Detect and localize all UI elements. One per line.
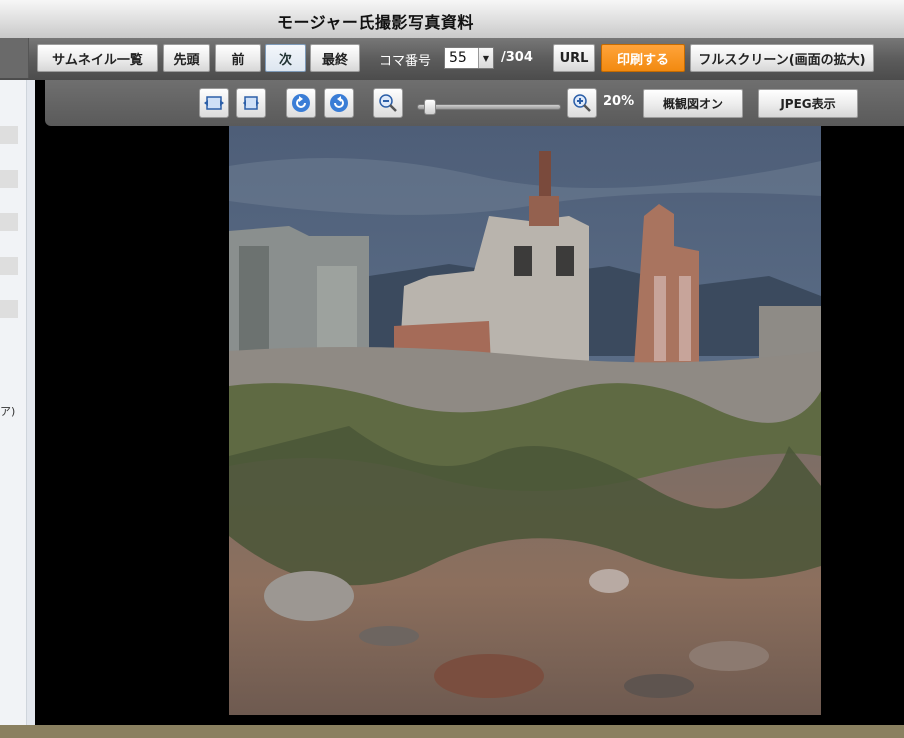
- title-bar: モージャー氏撮影写真資料: [0, 0, 904, 39]
- thumbnails-button[interactable]: サムネイル一覧: [37, 44, 158, 72]
- bottom-strip: [0, 725, 904, 738]
- zoom-in-icon[interactable]: [567, 88, 597, 118]
- jpeg-view-button[interactable]: JPEG表示: [758, 89, 858, 118]
- frame-number-value: 55: [449, 50, 467, 66]
- next-button[interactable]: 次: [265, 44, 306, 72]
- zoom-slider[interactable]: [417, 104, 561, 110]
- overview-toggle-button[interactable]: 概観図オン: [643, 89, 743, 118]
- rotate-left-icon[interactable]: [286, 88, 316, 118]
- rotate-right-icon[interactable]: [324, 88, 354, 118]
- sidebar-strip: [0, 257, 18, 275]
- photo-image[interactable]: [229, 126, 821, 715]
- sidebar-strip: [0, 213, 18, 231]
- sidebar-strip: [0, 300, 18, 318]
- sidebar-strip: [0, 126, 18, 144]
- fullscreen-button[interactable]: フルスクリーン(画面の拡大): [690, 44, 874, 72]
- prev-button[interactable]: 前: [215, 44, 261, 72]
- last-button[interactable]: 最終: [310, 44, 360, 72]
- sidebar-scroll-strip: [27, 80, 35, 725]
- zoom-out-icon[interactable]: [373, 88, 403, 118]
- first-button[interactable]: 先頭: [163, 44, 210, 72]
- sidebar-strip: [0, 170, 18, 188]
- zoom-slider-thumb[interactable]: [423, 99, 436, 115]
- url-button[interactable]: URL: [553, 44, 595, 72]
- frame-number-label: コマ番号: [379, 54, 432, 69]
- ruins-photo: [229, 126, 821, 715]
- fit-width-icon[interactable]: [199, 88, 229, 118]
- zoom-percent: 20%: [603, 94, 635, 109]
- frame-total: /304: [501, 50, 533, 65]
- toolbar-left-stub: [0, 38, 29, 78]
- window-title: モージャー氏撮影写真資料: [277, 13, 474, 32]
- frame-number-select[interactable]: 55 ▼: [444, 47, 494, 69]
- left-sidebar: ア): [0, 80, 27, 725]
- fit-height-icon[interactable]: [236, 88, 266, 118]
- print-button[interactable]: 印刷する: [601, 44, 685, 72]
- chevron-down-icon[interactable]: ▼: [478, 48, 493, 68]
- sidebar-text: ア): [0, 405, 16, 418]
